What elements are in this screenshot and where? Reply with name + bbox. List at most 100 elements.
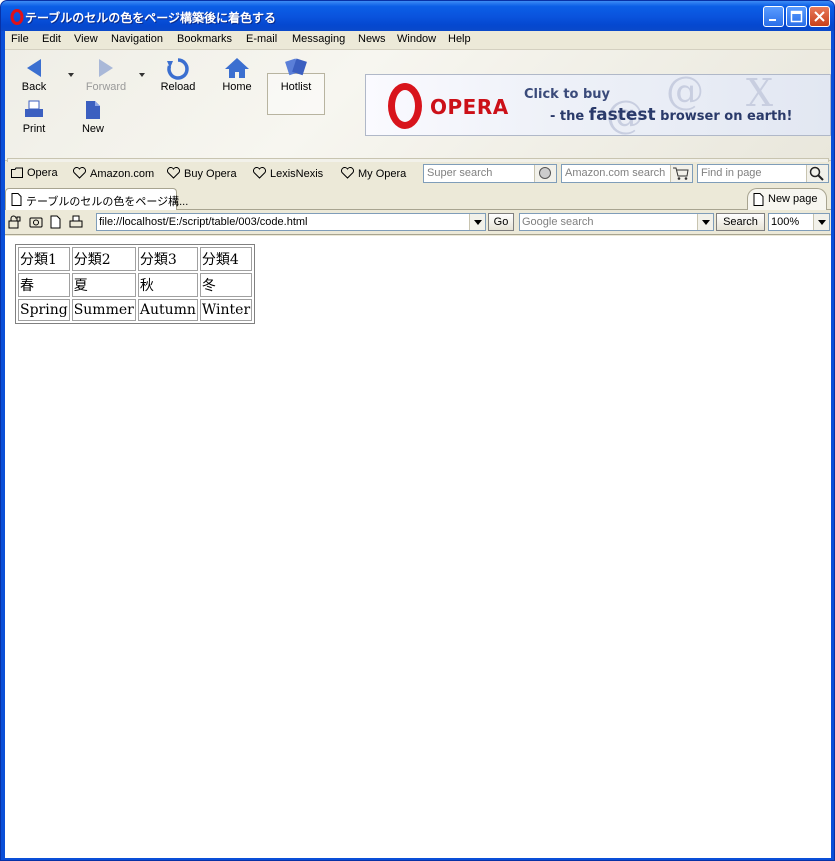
back-label: Back	[21, 81, 47, 93]
menu-file[interactable]: File	[11, 33, 29, 45]
hotlist-cards-icon	[285, 58, 307, 76]
address-bar: file://localhost/E:/script/table/003/cod…	[5, 210, 831, 235]
table-row: Spring Summer Autumn Winter	[18, 299, 253, 321]
forward-history-dropdown[interactable]	[139, 73, 145, 77]
new-page-tab-label: New page	[768, 193, 818, 205]
new-page-tab-button[interactable]: New page	[747, 188, 827, 210]
table-cell: Summer	[71, 299, 136, 321]
camera-icon[interactable]	[29, 215, 43, 229]
amazon-search-button[interactable]	[670, 165, 692, 182]
maximize-icon	[790, 10, 803, 23]
search-button[interactable]: Search	[716, 213, 765, 231]
table-cell: 冬	[199, 273, 253, 297]
page-info-icon[interactable]	[50, 215, 61, 229]
search-engine-dropdown[interactable]	[697, 214, 713, 230]
menu-navigation[interactable]: Navigation	[111, 33, 163, 45]
table-row: 分類1 分類2 分類3 分類4	[18, 247, 253, 271]
back-history-dropdown[interactable]	[68, 73, 74, 77]
menu-email[interactable]: E-mail	[246, 33, 277, 45]
tab-active-page[interactable]: テーブルのセルの色をページ構...	[5, 188, 188, 210]
zoom-dropdown[interactable]	[813, 214, 829, 230]
folder-icon	[11, 167, 23, 178]
table-cell: 分類3	[137, 247, 198, 271]
home-button[interactable]: Home	[209, 53, 265, 93]
search-globe-icon	[539, 167, 551, 179]
hotlist-label: Hotlist	[280, 81, 312, 93]
new-page-button[interactable]: New	[65, 95, 121, 135]
url-field[interactable]: file://localhost/E:/script/table/003/cod…	[96, 213, 486, 231]
forward-label: Forward	[85, 81, 127, 93]
heart-icon	[167, 167, 180, 179]
tab-bar: テーブルのセルの色をページ構... New page	[5, 186, 831, 210]
google-search-field[interactable]: Google search	[519, 213, 714, 231]
bookmark-my-opera[interactable]: My Opera	[341, 167, 406, 180]
back-button[interactable]: Back	[6, 53, 62, 93]
table-cell: 夏	[71, 273, 136, 297]
magnifier-icon	[809, 166, 824, 181]
bookmark-amazon-label: Amazon.com	[90, 168, 155, 180]
banner-line-2-suffix: browser on earth!	[655, 109, 793, 124]
heart-icon	[73, 167, 86, 179]
table-cell: 分類4	[199, 247, 253, 271]
bookmark-lexisnexis-label: LexisNexis	[270, 168, 324, 180]
table-cell: 分類2	[71, 247, 136, 271]
close-icon	[814, 11, 825, 22]
google-search-placeholder: Google search	[522, 216, 594, 228]
forward-button[interactable]: Forward	[78, 53, 134, 93]
table-cell: Autumn	[137, 299, 198, 321]
bookmark-amazon[interactable]: Amazon.com	[73, 167, 154, 180]
menu-window[interactable]: Window	[397, 33, 436, 45]
banner-line-2-bold: fastest	[588, 105, 656, 125]
menu-bookmarks[interactable]: Bookmarks	[177, 33, 232, 45]
printer-icon	[25, 100, 43, 117]
menu-view[interactable]: View	[74, 33, 98, 45]
bookmark-buy-opera-label: Buy Opera	[184, 168, 237, 180]
heart-icon	[341, 167, 354, 179]
zoom-select[interactable]: 100%	[768, 213, 830, 231]
heart-icon	[253, 167, 266, 179]
super-search-placeholder: Super search	[427, 167, 493, 179]
super-search-field[interactable]: Super search	[423, 164, 557, 183]
home-label: Home	[222, 81, 252, 93]
security-lock-icon[interactable]	[8, 215, 21, 229]
find-in-page-button[interactable]	[806, 165, 828, 182]
bookmark-buy-opera[interactable]: Buy Opera	[167, 167, 237, 180]
print-preview-icon[interactable]	[69, 215, 83, 229]
go-button[interactable]: Go	[488, 213, 514, 231]
hotlist-button[interactable]: Hotlist	[268, 53, 324, 93]
print-button[interactable]: Print	[6, 95, 62, 135]
reload-button[interactable]: Reload	[150, 53, 206, 93]
page-icon	[753, 193, 764, 206]
menu-news[interactable]: News	[358, 33, 386, 45]
new-document-icon	[86, 101, 100, 119]
zoom-value: 100%	[771, 216, 800, 228]
super-search-button[interactable]	[534, 165, 556, 182]
opera-ad-banner[interactable]: @ X @ OPERA Click to buy - the fastest b…	[365, 74, 831, 136]
url-history-dropdown[interactable]	[469, 214, 485, 230]
menu-help[interactable]: Help	[448, 33, 471, 45]
shopping-cart-icon	[673, 167, 689, 180]
maximize-button[interactable]	[786, 6, 807, 27]
find-in-page-field[interactable]: Find in page	[697, 164, 829, 183]
opera-logo-icon	[388, 83, 422, 129]
reload-icon	[167, 58, 189, 80]
client-area: File Edit View Navigation Bookmarks E-ma…	[5, 31, 831, 858]
home-icon	[225, 58, 249, 78]
window-title: テーブルのセルの色をページ構築後に着色する	[25, 11, 277, 25]
bookmark-lexisnexis[interactable]: LexisNexis	[253, 167, 323, 180]
amazon-search-field[interactable]: Amazon.com search	[561, 164, 693, 183]
seasons-table: 分類1 分類2 分類3 分類4 春 夏 秋 冬 Spring Summer Au…	[15, 244, 256, 324]
main-toolbar: Back Forward Reload Home Hotlist Print N…	[5, 50, 831, 172]
forward-arrow-icon	[99, 59, 113, 77]
menu-messaging[interactable]: Messaging	[292, 33, 345, 45]
bookmark-opera[interactable]: Opera	[11, 167, 58, 179]
close-button[interactable]	[809, 6, 830, 27]
title-bar[interactable]: テーブルのセルの色をページ構築後に着色する	[1, 1, 834, 31]
minimize-button[interactable]	[763, 6, 784, 27]
bookmark-my-opera-label: My Opera	[358, 168, 407, 180]
menu-edit[interactable]: Edit	[42, 33, 61, 45]
find-in-page-placeholder: Find in page	[701, 167, 762, 179]
new-label: New	[81, 123, 104, 135]
opera-app-icon	[10, 9, 24, 25]
page-content: 分類1 分類2 分類3 分類4 春 夏 秋 冬 Spring Summer Au…	[5, 236, 831, 858]
